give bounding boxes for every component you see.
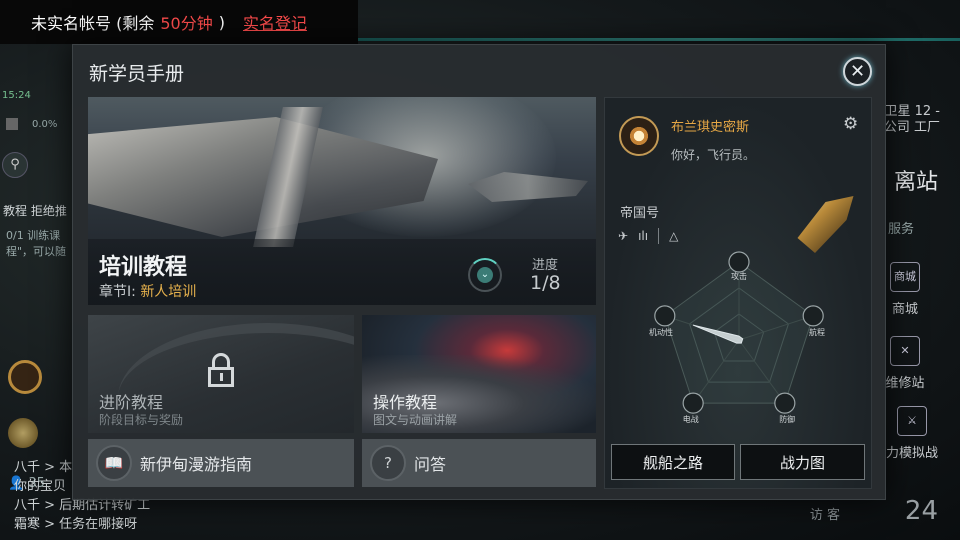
chevron-down-icon: ⌄ (477, 267, 493, 283)
pilot-greeting: 你好，飞行员。 (671, 148, 756, 162)
radar-axis-node-icon (774, 392, 796, 414)
qa-label: 问答 (414, 455, 447, 474)
progress-label: 进度 (532, 258, 559, 273)
advanced-tutorial-title: 进阶教程 (99, 393, 164, 412)
ship-road-button[interactable]: 舰船之路 (611, 444, 735, 480)
repair-label: 维修站 (885, 376, 925, 391)
chapter-name: 新人培训 (140, 284, 197, 300)
progress-readout: 0.0% (6, 118, 57, 130)
advanced-tutorial-desc: 阶段目标与奖励 (99, 413, 184, 427)
operation-tutorial-card[interactable]: 操作教程 图文与动画讲解 (362, 315, 596, 433)
faction-icon: ✈ (618, 229, 629, 243)
remaining-time: 50分钟 (160, 14, 213, 33)
station-line-1: 卫星 12 - (884, 104, 941, 119)
ship-info-panel: 布兰琪史密斯 你好，飞行员。 ⚙ 帝国号 ✈ ılı △ 攻击航程防御 电战 机动性… (604, 97, 872, 489)
task-progress-text: 0/1 训练课 (6, 229, 61, 242)
qa-button[interactable]: ? 问答 (362, 439, 596, 487)
new-eden-guide-label: 新伊甸漫游指南 (140, 455, 253, 474)
wrench-icon: ✕ (890, 336, 920, 366)
dialog-title: 新学员手册 (89, 63, 185, 85)
store-icon: 商城 (890, 262, 920, 292)
gear-icon[interactable]: ⚙ (843, 114, 858, 134)
crossed-swords-icon: ⚔ (897, 406, 927, 436)
book-icon: 📖 (96, 445, 132, 481)
percent-text: 0.0% (32, 118, 58, 130)
task-label[interactable]: 教程 拒绝推 (3, 202, 67, 219)
chapter-info: 章节I: 新人培训 (99, 281, 196, 301)
location-pin-icon[interactable]: ⚲ (2, 152, 28, 178)
radar-axis-label: 攻击 (731, 271, 747, 281)
notice-prefix: 未实名帐号 (剩余 (31, 14, 155, 33)
hud-accent-line (350, 38, 960, 41)
divider (658, 228, 660, 244)
close-icon: ✕ (849, 61, 866, 82)
task-hint-text: 程"，可以随 (6, 245, 67, 258)
realname-register-link[interactable]: 实名登记 (243, 10, 307, 34)
pilot-name: 布兰琪史密斯 (671, 120, 750, 135)
clock-text: 15:24 (2, 90, 31, 101)
ship-thumbnail[interactable] (797, 196, 854, 253)
pilot-avatar[interactable] (619, 116, 659, 156)
glow-orb-icon[interactable] (8, 418, 38, 448)
store-label: 商城 (891, 302, 918, 317)
new-cadet-handbook-dialog: 新学员手册 ✕ 培训教程 章节I: 新人培训 ⌄ 进度 1/8 进阶教程 阶段目… (72, 44, 886, 500)
radar-axis-label: 机动性 (649, 327, 673, 337)
sim-battle-label: 力模拟战 (885, 446, 938, 461)
advanced-tutorial-card[interactable]: 进阶教程 阶段目标与奖励 (88, 315, 354, 433)
services-label: 服务 (887, 222, 914, 237)
ship-stats-radar-chart: 攻击航程防御 电战 机动性 (605, 248, 871, 438)
operation-tutorial-title: 操作教程 (373, 393, 438, 412)
radar-axis-label: 防御 (779, 414, 795, 424)
station-line-2: 公司 工厂 (883, 120, 940, 135)
close-button[interactable]: ✕ (843, 57, 872, 86)
radar-axis-node-icon (802, 305, 824, 327)
radar-axis-label: 电战 (683, 414, 699, 424)
power-chart-button[interactable]: 战力图 (740, 444, 865, 480)
chat-line: 霜寒 > 任务在哪接呀 (14, 517, 138, 532)
triangle-up-icon: △ (669, 229, 679, 243)
signal-bars-icon: ılı (638, 229, 649, 243)
visitors-count: 24 (904, 496, 938, 526)
realname-notice-bar: 未实名帐号 (剩余 50分钟 ) 实名登记 (0, 0, 358, 44)
ship-name: 帝国号 (620, 206, 660, 221)
radar-axis-node-icon (654, 305, 676, 327)
training-tutorial-title: 培训教程 (99, 255, 188, 280)
target-orb-icon[interactable] (8, 360, 42, 394)
chapter-prefix: 章节I: (99, 284, 136, 300)
operation-tutorial-desc: 图文与动画讲解 (373, 413, 458, 427)
leave-station-button[interactable]: 离站 (894, 164, 938, 196)
radar-axis-label: 航程 (809, 327, 825, 337)
station-location: 卫星 12 - 公司 工厂 (884, 104, 940, 136)
notice-suffix: ) (218, 12, 225, 32)
radar-axis-node-icon (682, 392, 704, 414)
radar-axis-node-icon (728, 251, 750, 273)
expand-chapter-button[interactable]: ⌄ (468, 258, 502, 292)
new-eden-guide-button[interactable]: 📖 新伊甸漫游指南 (88, 439, 354, 487)
radar-svg: 攻击航程防御 电战 机动性 (649, 251, 825, 424)
visitors-label: 访 客 (809, 508, 840, 523)
training-tutorial-card[interactable]: 培训教程 章节I: 新人培训 ⌄ 进度 1/8 (88, 97, 596, 305)
lock-icon (206, 353, 236, 389)
cube-icon (6, 118, 18, 130)
task-progress: 0/1 训练课 程"，可以随 (6, 228, 66, 260)
question-bubble-icon: ? (370, 445, 406, 481)
progress-value: 1/8 (530, 272, 561, 294)
ship-attribute-icons: ✈ ılı △ (618, 228, 678, 244)
